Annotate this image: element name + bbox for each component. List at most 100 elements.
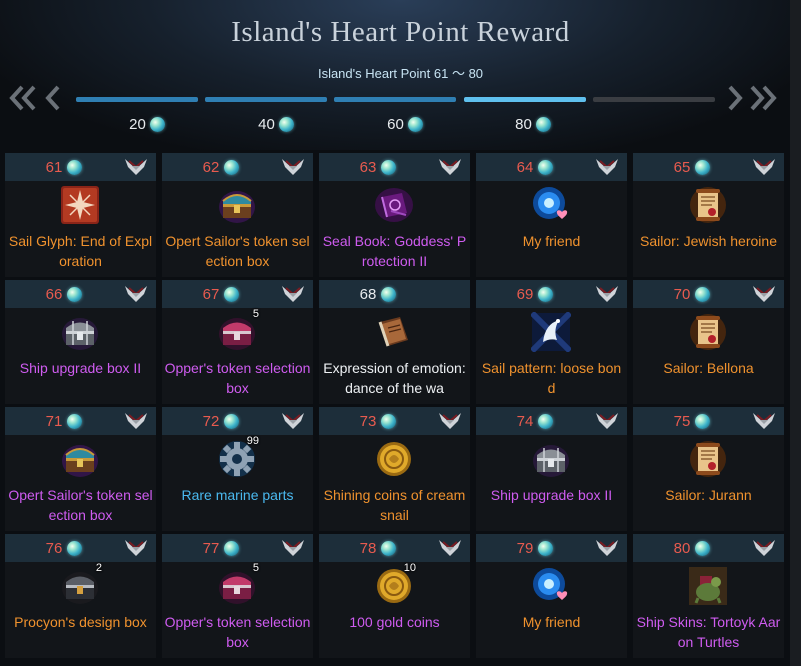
point-value: 62: [202, 159, 220, 176]
item-name: Sailor: Jurann: [665, 487, 752, 503]
point-requirement: 77: [162, 540, 280, 557]
first-page-button[interactable]: [8, 82, 38, 114]
reward-slot-header: 72: [162, 407, 313, 435]
reward-slot-header: 78: [319, 534, 470, 562]
reward-slot-77[interactable]: 77 5 Opper's token selection box: [162, 534, 313, 658]
reward-slot-header: 62: [162, 153, 313, 181]
prev-page-button[interactable]: [38, 82, 68, 114]
reward-claimed-ribbon-icon: [594, 284, 620, 304]
item-name: Opper's token selection box: [164, 614, 311, 650]
reward-slot-65[interactable]: 65 Sailor: Jewish heroine: [633, 153, 784, 277]
reward-slot-70[interactable]: 70 Sailor: Bellona: [633, 280, 784, 404]
item-name: Sail pattern: loose bond: [481, 360, 622, 396]
heart-gem-icon: [381, 287, 397, 302]
heart-gem-icon: [224, 414, 240, 429]
window-edge: [790, 0, 801, 666]
point-value: 78: [359, 540, 377, 557]
heart-gem-icon: [224, 541, 240, 556]
item-name: Ship upgrade box II: [19, 360, 142, 376]
reward-slot-61[interactable]: 61 Sail Glyph: End of Exploration: [5, 153, 156, 277]
reward-claimed-ribbon-icon: [594, 157, 620, 177]
progress-segment-2: [205, 97, 327, 102]
reward-slot-header: 73: [319, 407, 470, 435]
silver-chest-icon: [60, 312, 100, 352]
point-value: 76: [45, 540, 63, 557]
reward-slot-header: 67: [162, 280, 313, 308]
friend-orb-icon: [531, 185, 571, 225]
item-quantity: 2: [95, 562, 102, 574]
milestone-value: 80: [515, 116, 532, 133]
item-name: Procyon's design box: [14, 614, 147, 630]
item-name: My friend: [522, 614, 581, 630]
heart-gem-icon: [67, 414, 83, 429]
milestone-80: 80: [503, 116, 563, 133]
reward-slot-62[interactable]: 62 Opert Sailor's token selection box: [162, 153, 313, 277]
heart-gem-icon: [67, 160, 83, 175]
silver-chest-icon: [531, 439, 571, 479]
item-quantity: 5: [252, 562, 259, 574]
scroll-contract-icon: [688, 312, 728, 352]
reward-slot-80[interactable]: 80 Ship Skins: Tortoyk Aaron Turtles: [633, 534, 784, 658]
item-name: Shining coins of cream snail: [323, 487, 466, 523]
heart-gem-icon: [381, 541, 397, 556]
item-name: Opert Sailor's token selection box: [8, 487, 153, 523]
point-value: 79: [516, 540, 534, 557]
point-requirement: 61: [5, 159, 123, 176]
reward-slot-header: 77: [162, 534, 313, 562]
item-quantity: 10: [403, 562, 416, 574]
reward-slot-72[interactable]: 72 99 Rare marine parts: [162, 407, 313, 531]
reward-slot-74[interactable]: 74 Ship upgrade box II: [476, 407, 627, 531]
point-requirement: 78: [319, 540, 437, 557]
point-value: 67: [202, 286, 220, 303]
reward-grid: 61 Sail Glyph: End of Exploration 62 Opert …: [5, 153, 784, 658]
reward-slot-67[interactable]: 67 5 Opper's token selection box: [162, 280, 313, 404]
reward-slot-79[interactable]: 79 My friend: [476, 534, 627, 658]
chevron-right-icon: [728, 85, 743, 111]
point-requirement: 66: [5, 286, 123, 303]
point-requirement: 64: [476, 159, 594, 176]
point-requirement: 62: [162, 159, 280, 176]
point-requirement: 76: [5, 540, 123, 557]
reward-slot-73[interactable]: 73 Shining coins of cream snail: [319, 407, 470, 531]
item-name: Sail Glyph: End of Exploration: [8, 233, 153, 269]
reward-slot-66[interactable]: 66 Ship upgrade box II: [5, 280, 156, 404]
point-requirement: 67: [162, 286, 280, 303]
reward-slot-69[interactable]: 69 Sail pattern: loose bond: [476, 280, 627, 404]
reward-slot-header: 64: [476, 153, 627, 181]
point-requirement: 79: [476, 540, 594, 557]
reward-slot-header: 71: [5, 407, 156, 435]
last-page-button[interactable]: [748, 82, 778, 114]
double-chevron-right-icon: [750, 85, 777, 111]
reward-slot-76[interactable]: 76 2 Procyon's design box: [5, 534, 156, 658]
reward-slot-64[interactable]: 64 My friend: [476, 153, 627, 277]
point-requirement: 72: [162, 413, 280, 430]
gear-icon: 99: [217, 435, 259, 479]
item-name: 100 gold coins: [349, 614, 440, 630]
reward-slot-header: 65: [633, 153, 784, 181]
next-page-button[interactable]: [720, 82, 750, 114]
point-value: 66: [45, 286, 63, 303]
reward-slot-63[interactable]: 63 Seal Book: Goddess' Protection II: [319, 153, 470, 277]
point-requirement: 63: [319, 159, 437, 176]
point-value: 75: [673, 413, 691, 430]
item-name: Ship Skins: Tortoyk Aaron Turtles: [636, 614, 781, 650]
progress-fill: [334, 97, 456, 102]
reward-slot-78[interactable]: 78 10 100 gold coins: [319, 534, 470, 658]
reward-slot-header: 79: [476, 534, 627, 562]
point-value: 63: [359, 159, 377, 176]
compass-glyph-icon: [60, 185, 100, 225]
heart-gem-icon: [381, 414, 397, 429]
heart-gem-icon: [381, 160, 397, 175]
dark-chest-icon: 2: [60, 562, 102, 606]
milestone-value: 60: [387, 116, 404, 133]
heart-gem-icon: [224, 160, 240, 175]
point-requirement: 73: [319, 413, 437, 430]
point-value: 69: [516, 286, 534, 303]
chevron-left-icon: [45, 85, 60, 111]
progress-segment-5: [593, 97, 715, 102]
reward-slot-71[interactable]: 71 Opert Sailor's token selection box: [5, 407, 156, 531]
reward-slot-75[interactable]: 75 Sailor: Jurann: [633, 407, 784, 531]
heart-gem-icon: [695, 160, 711, 175]
reward-slot-68[interactable]: 68 Expression of emotion: dance of the wa: [319, 280, 470, 404]
reward-claimed-ribbon-icon: [594, 538, 620, 558]
